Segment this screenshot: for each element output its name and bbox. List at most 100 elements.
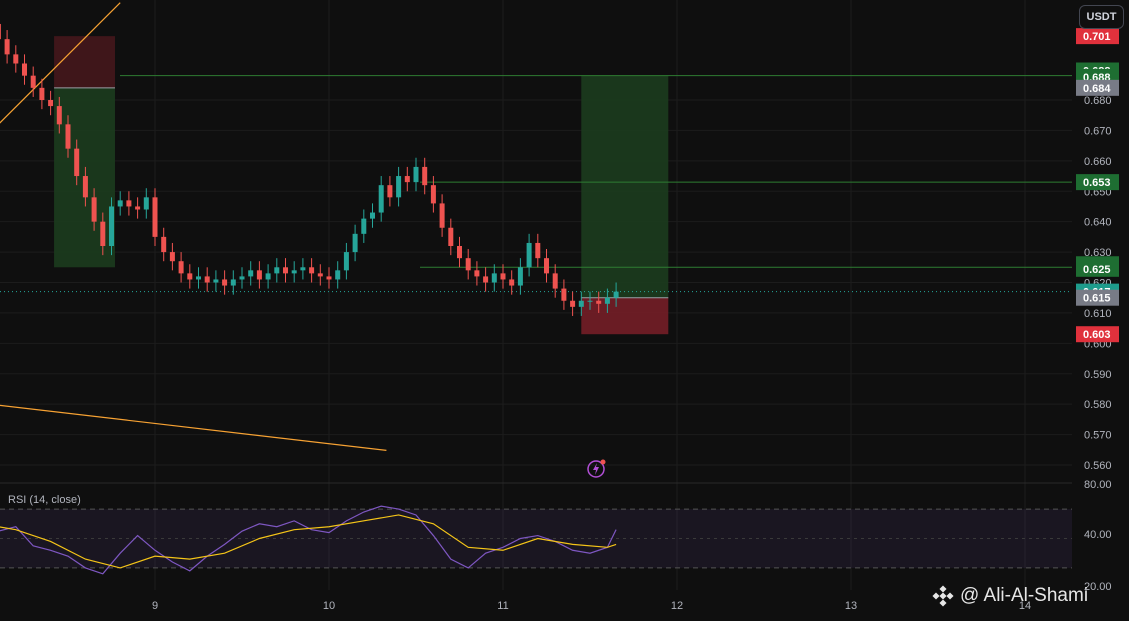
time-axis-tick: 12 — [671, 600, 683, 612]
candle-body[interactable] — [178, 261, 184, 274]
candle-body[interactable] — [474, 270, 480, 277]
price-axis-tick: 0.560 — [1084, 460, 1112, 472]
price-badge-0-625: 0.625 — [1076, 260, 1119, 277]
candle-body[interactable] — [109, 206, 114, 246]
candle-body[interactable] — [300, 267, 306, 271]
candle-body[interactable] — [500, 273, 506, 280]
candle-body[interactable] — [13, 54, 19, 64]
candle-body[interactable] — [117, 200, 123, 207]
candle-body[interactable] — [74, 148, 80, 177]
candle-body[interactable] — [561, 288, 567, 301]
candle-body[interactable] — [0, 23, 1, 40]
stop-zone-2[interactable] — [581, 297, 669, 335]
candle-body[interactable] — [517, 267, 523, 286]
candle-body[interactable] — [239, 276, 245, 280]
candle-body[interactable] — [222, 279, 228, 286]
candle-body[interactable] — [100, 221, 106, 246]
candle-body[interactable] — [396, 176, 402, 198]
candle-body[interactable] — [22, 63, 27, 76]
candle-body[interactable] — [430, 185, 436, 204]
price-badge-label: 0.625 — [1083, 264, 1111, 276]
candle-body[interactable] — [448, 227, 454, 246]
candle-body[interactable] — [30, 75, 36, 88]
candle-body[interactable] — [82, 176, 88, 198]
candle-body[interactable] — [526, 242, 532, 268]
candle-body[interactable] — [48, 100, 54, 107]
candle-body[interactable] — [204, 276, 210, 283]
candle-body[interactable] — [422, 166, 428, 186]
price-badge-label: 0.615 — [1083, 293, 1111, 305]
candle-body[interactable] — [39, 87, 45, 100]
candle-body[interactable] — [465, 258, 471, 271]
rsi-axis-tick: 80.00 — [1084, 479, 1112, 491]
candle-body[interactable] — [56, 106, 62, 125]
candle-body[interactable] — [65, 124, 71, 149]
candle-body[interactable] — [317, 273, 323, 277]
candle-body[interactable] — [413, 166, 419, 183]
price-badge-0-615: 0.615 — [1076, 289, 1119, 306]
candle-body[interactable] — [361, 218, 367, 234]
candle-body[interactable] — [457, 246, 462, 259]
candle-body[interactable] — [491, 273, 497, 283]
candle-body[interactable] — [265, 273, 271, 280]
candle-body[interactable] — [187, 273, 193, 280]
candle-body[interactable] — [535, 242, 541, 259]
candle-body[interactable] — [578, 300, 584, 307]
candle-body[interactable] — [613, 291, 619, 298]
candle-body[interactable] — [387, 185, 393, 198]
candle-body[interactable] — [169, 252, 175, 262]
price-badge-label: 0.603 — [1083, 329, 1111, 341]
candle-body[interactable] — [552, 273, 558, 289]
candle-body[interactable] — [509, 279, 515, 286]
price-axis-tick: 0.610 — [1084, 308, 1112, 320]
price-badge-0-684: 0.684 — [1076, 79, 1119, 96]
price-chart[interactable]: RSI (14, close)0.6800.6700.6600.6500.640… — [0, 0, 1129, 621]
candle-body[interactable] — [343, 252, 349, 271]
candle-body[interactable] — [230, 279, 236, 286]
candle-body[interactable] — [4, 39, 10, 55]
candle-body[interactable] — [248, 270, 254, 277]
candle-body[interactable] — [135, 206, 141, 210]
candle-body[interactable] — [291, 270, 297, 274]
watermark: @ Ali-Al-Shami — [932, 585, 1088, 607]
candle-body[interactable] — [370, 212, 375, 219]
rsi-axis-tick: 20.00 — [1084, 581, 1112, 593]
candle-body[interactable] — [126, 200, 132, 207]
candle-body[interactable] — [596, 300, 602, 304]
candle-body[interactable] — [283, 267, 288, 274]
candle-body[interactable] — [439, 203, 445, 228]
candle-body[interactable] — [544, 258, 549, 274]
lightning-alert-icon[interactable] — [586, 458, 606, 478]
rsi-indicator-label[interactable]: RSI (14, close) — [8, 494, 81, 506]
price-badge-0-701: 0.701 — [1076, 28, 1119, 45]
candle-body[interactable] — [309, 267, 315, 274]
candle-body[interactable] — [483, 276, 489, 283]
price-axis-tick: 0.590 — [1084, 369, 1112, 381]
candle-body[interactable] — [335, 270, 341, 280]
candle-body[interactable] — [152, 197, 158, 237]
candle-body[interactable] — [570, 300, 576, 307]
rsi-axis-tick: 40.00 — [1084, 529, 1112, 541]
stop-zone-1[interactable] — [54, 36, 115, 88]
candle-body[interactable] — [213, 279, 219, 283]
candle-body[interactable] — [256, 270, 262, 280]
candle-body[interactable] — [196, 276, 201, 280]
candle-body[interactable] — [91, 197, 97, 222]
price-badge-label: 0.653 — [1083, 177, 1111, 189]
candle-body[interactable] — [404, 176, 410, 183]
candle-body[interactable] — [161, 236, 167, 253]
candle-body[interactable] — [326, 276, 332, 280]
price-badge-0-653: 0.653 — [1076, 174, 1119, 191]
candle-body[interactable] — [378, 185, 384, 213]
target-zone-2[interactable] — [581, 75, 669, 298]
candle-body[interactable] — [352, 233, 358, 253]
candle-body[interactable] — [587, 300, 593, 302]
price-axis-tick: 0.680 — [1084, 95, 1112, 107]
binance-diamond-logo — [932, 585, 954, 607]
price-axis-tick: 0.670 — [1084, 125, 1112, 137]
time-axis-tick: 13 — [845, 600, 857, 612]
candle-body[interactable] — [143, 197, 149, 210]
candle-body[interactable] — [274, 267, 280, 274]
candle-body[interactable] — [604, 297, 610, 304]
currency-button[interactable]: USDT — [1079, 5, 1124, 29]
